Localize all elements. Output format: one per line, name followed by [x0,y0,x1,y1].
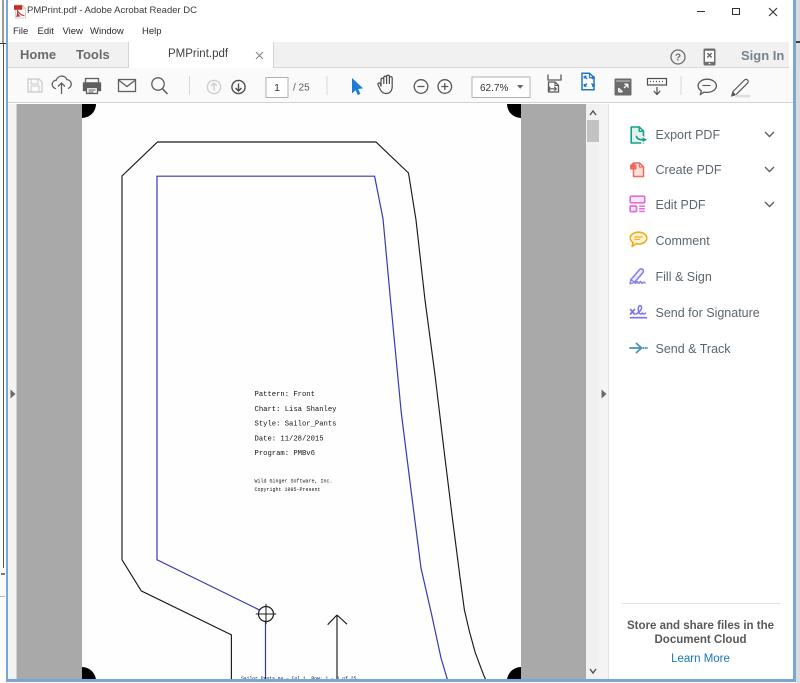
svg-text:Wild Ginger Software, Inc.: Wild Ginger Software, Inc. [255,478,333,484]
svg-text:Sailor_Pants.pa – Col 1, Row:: Sailor_Pants.pa – Col 1, Row: 1 – 1 of 2… [241,676,357,679]
svg-text:Copyright 1995-Present: Copyright 1995-Present [255,487,321,493]
svg-text:Date: 11/28/2015: Date: 11/28/2015 [255,435,324,443]
svg-text:Program: PMBv6: Program: PMBv6 [255,450,315,458]
svg-text:Pattern: Front: Pattern: Front [255,391,315,399]
svg-text:Style: Sailor_Pants: Style: Sailor_Pants [255,421,337,429]
svg-text:62.7%: 62.7% [480,83,508,94]
svg-text:1: 1 [274,82,280,94]
svg-text:/ 25: / 25 [293,83,310,94]
svg-text:?: ? [675,52,681,63]
svg-text:Chart: Lisa Shanley: Chart: Lisa Shanley [255,406,338,414]
